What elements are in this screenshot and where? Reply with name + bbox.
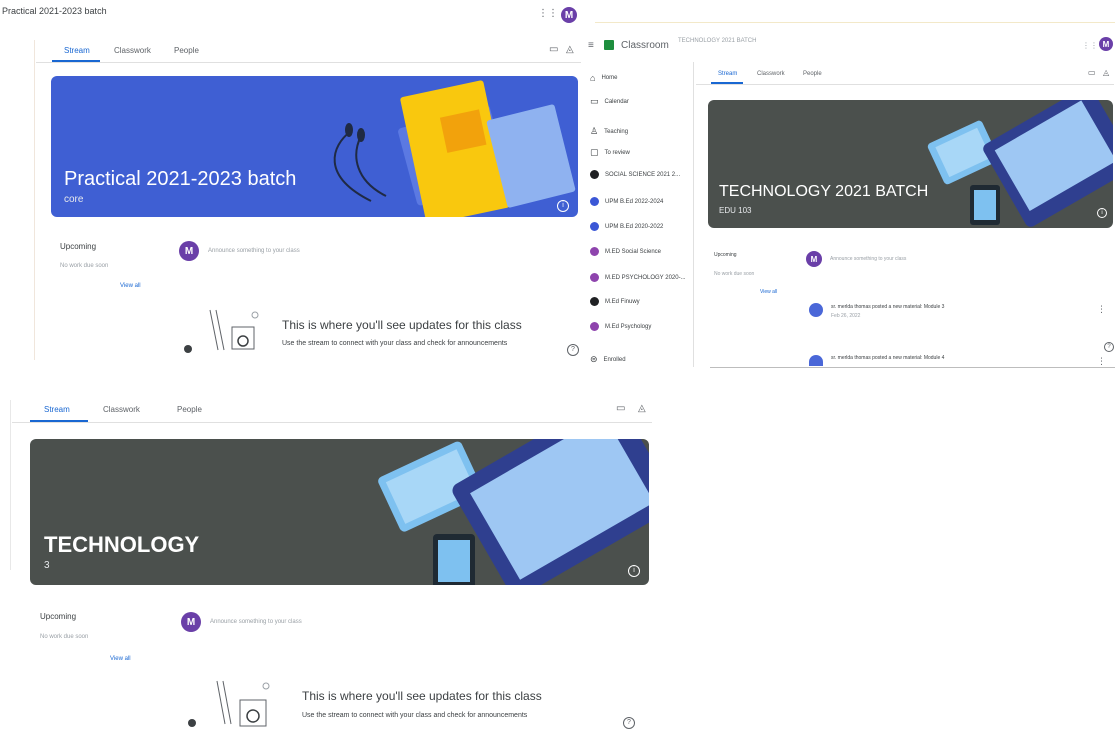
class-avatar-icon: [590, 297, 599, 306]
tab-stream[interactable]: Stream: [44, 405, 70, 414]
breadcrumb: TECHNOLOGY 2021 BATCH: [678, 38, 757, 44]
sidebar-item-class[interactable]: M.ED Social Science: [590, 247, 661, 256]
sidebar-item-to-review[interactable]: ▢ To review: [590, 147, 630, 158]
class-avatar-icon: [590, 197, 599, 206]
view-all-link[interactable]: View all: [760, 289, 777, 295]
material-icon: [809, 355, 823, 366]
apps-grid-icon[interactable]: ⋮⋮: [538, 8, 558, 19]
calendar-icon[interactable]: ▭: [549, 44, 558, 55]
post-text: sr. merlda thomas posted a new material:…: [831, 355, 945, 361]
sidebar-item-class[interactable]: UPM B.Ed 2020-2022: [590, 222, 663, 231]
class-title: TECHNOLOGY 2021 BATCH: [719, 183, 929, 200]
upcoming-text: No work due soon: [60, 263, 109, 269]
more-options-icon[interactable]: ⋮: [1097, 304, 1106, 315]
sidebar-item-enrolled[interactable]: ⊜ Enrolled: [590, 354, 626, 365]
account-avatar[interactable]: M: [1099, 37, 1113, 51]
announce-input[interactable]: Announce something to your class: [208, 248, 300, 254]
tab-people[interactable]: People: [174, 46, 199, 55]
drive-icon[interactable]: ◬: [566, 44, 574, 55]
tab-people[interactable]: People: [803, 71, 822, 77]
view-all-link[interactable]: View all: [120, 283, 141, 289]
upcoming-label: Upcoming: [714, 252, 737, 258]
sidebar-item-class[interactable]: M.ED PSYCHOLOGY 2020-...: [590, 273, 686, 282]
tab-stream[interactable]: Stream: [718, 71, 737, 77]
announce-input[interactable]: Announce something to your class: [210, 619, 302, 625]
sidebar-item-class[interactable]: UPM B.Ed 2022-2024: [590, 197, 663, 206]
class-avatar-icon: [590, 322, 599, 331]
home-icon: ⌂: [590, 73, 596, 83]
sidebar-item-class[interactable]: M.Ed Finuwy: [590, 297, 640, 306]
drive-icon[interactable]: ◬: [1103, 68, 1109, 77]
material-icon: [809, 303, 823, 317]
drive-icon[interactable]: ◬: [638, 403, 646, 414]
calendar-icon[interactable]: ▭: [616, 403, 625, 414]
class-section: 3: [44, 560, 50, 571]
info-icon[interactable]: i: [1097, 208, 1107, 218]
class-avatar-icon: [590, 170, 599, 179]
class-banner: TECHNOLOGY 2021 BATCH EDU 103 i: [708, 100, 1113, 228]
account-avatar[interactable]: M: [561, 7, 577, 23]
help-icon[interactable]: ?: [623, 717, 635, 729]
announce-avatar: M: [179, 241, 199, 261]
sidebar-item-class[interactable]: SOCIAL SCIENCE 2021 2...: [590, 170, 680, 179]
class-section: EDU 103: [719, 206, 752, 215]
window-title: Practical 2021-2023 batch: [2, 6, 107, 16]
class-avatar-icon: [590, 247, 599, 256]
view-all-link[interactable]: View all: [110, 656, 131, 662]
upcoming-text: No work due soon: [40, 634, 89, 640]
tab-classwork[interactable]: Classwork: [114, 46, 151, 55]
tab-classwork[interactable]: Classwork: [103, 405, 140, 414]
upcoming-label: Upcoming: [40, 612, 77, 621]
calendar-icon[interactable]: ▭: [1088, 68, 1096, 77]
tab-stream[interactable]: Stream: [64, 46, 90, 55]
info-icon[interactable]: i: [628, 565, 640, 577]
sidebar-item-teaching[interactable]: ♙ Teaching: [590, 126, 628, 137]
post-date: Feb 26, 2022: [831, 313, 861, 319]
tab-classwork[interactable]: Classwork: [757, 71, 785, 77]
banner-illustration: [927, 100, 1113, 227]
class-avatar-icon: [590, 273, 599, 282]
class-banner: Practical 2021-2023 batch core i: [51, 76, 578, 217]
empty-state-illustration: [184, 309, 259, 353]
empty-state-subtitle: Use the stream to connect with your clas…: [282, 340, 508, 347]
teaching-icon: ♙: [590, 126, 599, 136]
empty-state-illustration: [188, 680, 270, 727]
app-name[interactable]: Classroom: [621, 40, 669, 51]
class-banner: TECHNOLOGY 3 i: [30, 439, 649, 585]
empty-state-subtitle: Use the stream to connect with your clas…: [302, 712, 528, 719]
banner-illustration: [378, 439, 649, 585]
enrolled-icon: ⊜: [590, 354, 598, 364]
calendar-icon: ▭: [590, 96, 599, 106]
info-icon[interactable]: i: [557, 200, 569, 212]
sidebar-item-calendar[interactable]: ▭ Calendar: [590, 96, 629, 107]
upcoming-label: Upcoming: [60, 242, 97, 251]
help-icon[interactable]: ?: [1104, 342, 1114, 352]
sidebar-item-class[interactable]: M.Ed Psychology: [590, 322, 651, 331]
post-text: sr. merlda thomas posted a new material:…: [831, 304, 945, 310]
classroom-logo-icon: [604, 40, 614, 50]
announce-input[interactable]: Announce something to your class: [830, 256, 906, 262]
empty-state-title: This is where you'll see updates for thi…: [282, 318, 522, 332]
class-avatar-icon: [590, 222, 599, 231]
help-icon[interactable]: ?: [567, 344, 579, 356]
class-title: Practical 2021-2023 batch: [64, 168, 297, 190]
empty-state-title: This is where you'll see updates for thi…: [302, 689, 542, 703]
review-icon: ▢: [590, 147, 599, 157]
upcoming-text: No work due soon: [714, 271, 755, 277]
tab-people[interactable]: People: [177, 405, 202, 414]
menu-icon[interactable]: ≡: [588, 40, 594, 51]
more-options-icon[interactable]: ⋮: [1097, 356, 1106, 367]
banner-illustration: [333, 80, 576, 217]
announce-avatar: M: [181, 612, 201, 632]
sidebar-item-home[interactable]: ⌂ Home: [590, 73, 617, 83]
class-section: core: [64, 194, 84, 205]
apps-grid-icon[interactable]: ⋮⋮: [1082, 41, 1098, 50]
class-title: TECHNOLOGY: [44, 532, 200, 557]
announce-avatar: M: [806, 251, 822, 267]
